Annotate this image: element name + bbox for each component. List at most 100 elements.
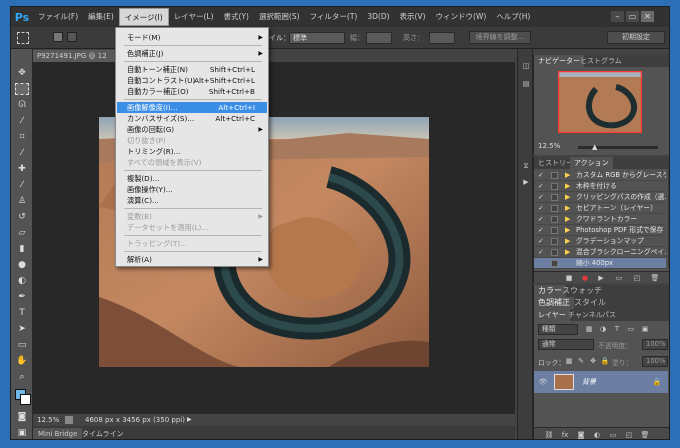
blur-tool-icon[interactable]: ● [15,259,29,271]
image-menu-item[interactable]: 画像解像度(I)... Alt+Ctrl+I [117,102,267,113]
tab-mini-bridge[interactable]: Mini Bridge [33,428,83,439]
image-menu-item[interactable]: モード(M) ▶ [117,32,267,43]
filter-pixel-icon[interactable]: ▦ [584,324,594,334]
move-tool-icon[interactable]: ✥ [15,67,29,79]
action-dialog-toggle[interactable] [551,227,558,234]
filter-type-icon[interactable]: T [612,324,622,334]
layer-mask-icon[interactable]: ◙ [576,430,586,439]
filter-adjust-icon[interactable]: ◑ [598,324,608,334]
action-row[interactable]: ✓ ▶ 木枠を付ける [534,181,666,192]
close-button[interactable]: ✕ [641,11,654,22]
filter-smart-icon[interactable]: ▣ [640,324,650,334]
pen-tool-icon[interactable]: ✒ [15,291,29,303]
background-color-swatch[interactable] [20,394,31,405]
hand-tool-icon[interactable]: ✋ [15,355,29,367]
blend-mode-select[interactable]: 通常 [538,339,594,350]
action-dialog-toggle[interactable] [551,172,558,179]
style-select[interactable]: 標準 [289,32,345,44]
lasso-tool-icon[interactable]: ᘏ [15,99,29,111]
marquee-tool-icon[interactable] [15,83,29,95]
lock-all-icon[interactable]: 🔒 [600,356,610,366]
quick-mask-icon[interactable]: ◙ [15,411,29,423]
tab-swatches[interactable]: スウォッチ [558,285,606,297]
refine-edge-button[interactable]: 境界線を調整... [469,31,531,44]
action-row[interactable]: ✓ ▶ カスタム RGB からグレースケ... [534,170,666,181]
zoom-tool-icon[interactable]: ⌕ [15,371,29,383]
tab-adjustments[interactable]: 色調補正 [534,297,574,309]
stop-icon[interactable]: ■ [564,273,574,283]
eyedropper-tool-icon[interactable]: ⁄ [15,147,29,159]
menu-item[interactable]: フィルター(T) [305,8,363,26]
path-select-tool-icon[interactable]: ➤ [15,323,29,335]
width-field[interactable] [366,32,392,44]
new-selection-icon[interactable] [53,32,63,42]
action-dialog-toggle[interactable] [551,183,558,190]
layer-style-icon[interactable]: fx [560,430,570,439]
action-row[interactable]: ✓ ▶ グラデーションマップ [534,236,666,247]
tab-actions[interactable]: アクション [570,157,613,169]
histogram-collapsed-icon[interactable]: ▤ [521,79,531,89]
action-dialog-toggle[interactable] [551,249,558,256]
menu-item[interactable]: イメージ(I) [118,8,169,26]
menu-item[interactable]: 書式(Y) [219,8,254,26]
image-menu-item[interactable]: 複製(D)... [117,173,267,184]
action-expand-icon[interactable]: ▶ [565,170,573,180]
trash-icon[interactable]: 🗑 [650,273,660,283]
delete-layer-icon[interactable]: 🗑 [640,430,650,439]
action-dialog-toggle[interactable] [551,194,558,201]
action-row[interactable]: ✓ ▶ Photoshop PDF 形式で保存 [534,225,666,236]
action-expand-icon[interactable]: ▶ [565,214,573,224]
action-expand-icon[interactable]: ▶ [565,192,573,202]
tab-timeline[interactable]: タイムライン [77,428,129,439]
menu-item[interactable]: ウィンドウ(W) [431,8,492,26]
action-expand-icon[interactable]: ▶ [565,203,573,213]
filter-shape-icon[interactable]: ▭ [626,324,636,334]
action-check-icon[interactable]: ✓ [538,170,546,180]
image-menu-item[interactable]: 解析(A) ▶ [117,254,267,265]
quick-select-tool-icon[interactable]: ⁄ [15,115,29,127]
layer-filter-select[interactable]: 種類 [538,324,578,335]
navigator-slider-handle[interactable]: ▲ [592,143,597,151]
play-icon[interactable]: ▶ [596,273,606,283]
action-dialog-toggle[interactable] [551,238,558,245]
status-menu-arrow-icon[interactable]: ▶ [187,414,192,426]
action-dialog-toggle[interactable] [551,260,558,267]
image-menu-item[interactable]: カンバスサイズ(S)... Alt+Ctrl+C [117,113,267,124]
action-expand-icon[interactable]: ▶ [565,247,573,257]
actions-scrollbar[interactable] [668,170,669,268]
menu-item[interactable]: 表示(V) [395,8,431,26]
canvas-area[interactable] [33,62,515,413]
navigator-zoom-slider[interactable] [578,146,658,149]
clone-stamp-tool-icon[interactable]: ♙ [15,195,29,207]
action-check-icon[interactable]: ✓ [538,181,546,191]
image-menu-item[interactable]: 画像操作(Y)... [117,184,267,195]
action-expand-icon[interactable]: ▶ [565,236,573,246]
action-check-icon[interactable]: ✓ [538,192,546,202]
fill-field[interactable]: 100% [642,356,668,367]
menu-item[interactable]: 3D(D) [362,8,394,26]
history-collapsed-icon[interactable]: ⧖ [521,161,531,171]
height-field[interactable] [429,32,455,44]
new-set-icon[interactable]: ▭ [614,273,624,283]
action-row[interactable]: ✓ ▶ 混合ブラシクローニングペイ... [534,247,666,258]
action-dialog-toggle[interactable] [551,205,558,212]
action-check-icon[interactable]: ✓ [538,203,546,213]
layer-row-background[interactable]: 👁 背景 🔒 [534,371,668,393]
new-group-icon[interactable]: ▭ [608,430,618,439]
menu-item[interactable]: 編集(E) [83,8,119,26]
image-menu-item[interactable]: トリミング(R)... [117,146,267,157]
marquee-tool-preset-icon[interactable] [17,32,29,44]
status-icon[interactable] [65,416,73,424]
minimize-button[interactable]: – [611,11,624,22]
layer-name[interactable]: 背景 [582,377,596,387]
action-check-icon[interactable]: ✓ [538,214,546,224]
opacity-field[interactable]: 100% [642,339,668,350]
menu-item[interactable]: ファイル(F) [33,8,83,26]
action-row[interactable]: 縮小 400px [534,258,666,269]
menu-item[interactable]: レイヤー(L) [169,8,219,26]
add-selection-icon[interactable] [67,32,77,42]
brush-tool-icon[interactable]: ⁄ [15,179,29,191]
shape-tool-icon[interactable]: ▭ [15,339,29,351]
tab-paths[interactable]: パス [598,309,620,321]
tab-histogram[interactable]: ヒストグラム [576,55,626,67]
